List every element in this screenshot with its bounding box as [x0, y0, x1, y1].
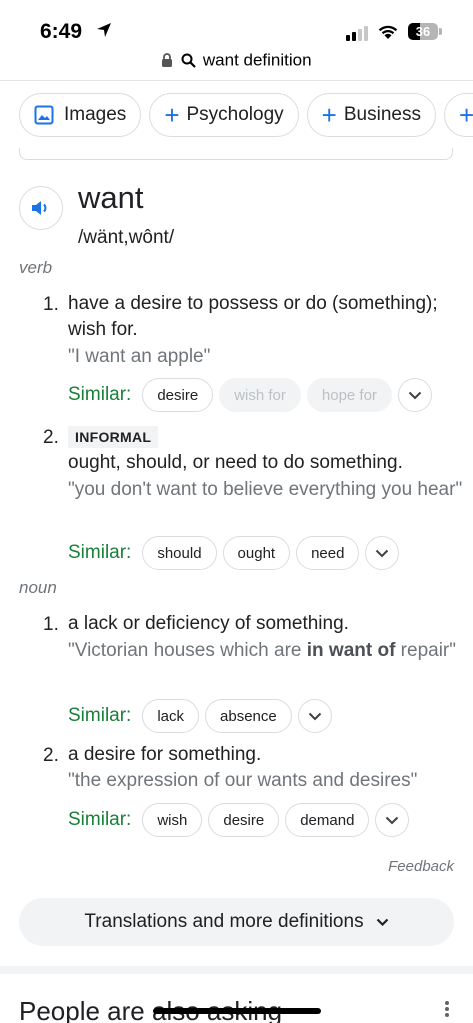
chip-images[interactable]: Images	[19, 93, 142, 137]
expand-similar-button[interactable]	[365, 536, 400, 570]
previous-card-edge	[19, 148, 453, 160]
similar-chip[interactable]: desire	[208, 803, 280, 837]
sense-number: 2.	[43, 745, 59, 766]
similar-chip[interactable]: demand	[285, 803, 370, 837]
signal-icon	[346, 26, 368, 41]
chevron-down-icon	[376, 918, 388, 926]
similar-label: Similar:	[68, 809, 132, 830]
status-bar: 6:49 36	[0, 0, 473, 46]
chip-label: Images	[64, 104, 127, 125]
plus-icon: +	[164, 100, 180, 130]
example-text: "Victorian houses which are	[68, 640, 307, 661]
similar-row: Similar: desire wish for hope for	[68, 378, 432, 412]
similar-chip[interactable]: absence	[205, 699, 292, 733]
battery-level: 36	[415, 24, 431, 39]
similar-label: Similar:	[68, 384, 132, 405]
wifi-icon	[378, 25, 398, 39]
plus-icon: +	[458, 100, 473, 130]
chip-label: Business	[343, 104, 421, 125]
image-icon	[34, 105, 54, 125]
example-text: repair"	[395, 640, 457, 661]
more-options-icon[interactable]	[444, 1000, 450, 1018]
similar-label: Similar:	[68, 542, 132, 563]
feedback-link[interactable]: Feedback	[388, 858, 454, 875]
similar-chip[interactable]: wish	[142, 803, 203, 837]
similar-chip[interactable]: desire	[142, 378, 214, 412]
sense-number: 1.	[43, 294, 59, 315]
status-time: 6:49	[40, 20, 83, 43]
similar-chip[interactable]: lack	[142, 699, 200, 733]
section-divider	[0, 966, 473, 974]
expand-similar-button[interactable]	[297, 699, 332, 733]
chevron-down-icon	[308, 712, 321, 720]
search-icon	[181, 53, 196, 68]
chevron-down-icon	[376, 549, 389, 557]
similar-chip[interactable]: need	[296, 536, 360, 570]
url-query: want definition	[202, 50, 312, 70]
speaker-icon	[32, 201, 47, 215]
expand-similar-button[interactable]	[397, 378, 432, 412]
sense-definition: ought, should, or need to do something.	[68, 452, 403, 473]
sense-number: 2.	[43, 427, 59, 448]
sense-example: "you don't want to believe everything yo…	[68, 479, 463, 500]
pronunciation-text: /wänt,wônt/	[78, 227, 175, 248]
plus-icon: +	[321, 100, 337, 130]
sense-definition: have a desire to possess or do (somethin…	[68, 293, 438, 340]
battery-nub	[439, 28, 442, 35]
similar-label: Similar:	[68, 705, 132, 726]
sense-definition: a lack or deficiency of something.	[68, 613, 349, 634]
part-of-speech-verb: verb	[19, 258, 53, 277]
similar-row: Similar: wish desire demand	[68, 803, 410, 837]
chevron-down-icon	[386, 816, 399, 824]
chip-business[interactable]: + Business	[306, 93, 436, 137]
sense-example: "I want an apple"	[68, 346, 211, 367]
translations-button[interactable]: Translations and more definitions	[19, 898, 454, 946]
sense-example: "the expression of our wants and desires…	[68, 770, 418, 791]
register-tag: INFORMAL	[68, 426, 159, 448]
lock-icon	[162, 53, 173, 68]
location-arrow-icon	[97, 23, 111, 37]
battery-icon: 36	[408, 23, 438, 40]
pronunciation-button[interactable]	[19, 186, 63, 230]
chip-more[interactable]: +	[443, 93, 473, 137]
sense-definition: a desire for something.	[68, 744, 262, 765]
similar-chip[interactable]: should	[142, 536, 217, 570]
similar-chip[interactable]: hope for	[306, 378, 392, 412]
home-indicator[interactable]	[153, 1008, 321, 1014]
sense-example: "Victorian houses which are in want of r…	[68, 638, 463, 664]
similar-row: Similar: should ought need	[68, 536, 400, 570]
header-divider	[0, 80, 473, 81]
chip-psychology[interactable]: + Psychology	[149, 93, 299, 137]
expand-similar-button[interactable]	[375, 803, 410, 837]
filter-chips: Images + Psychology + Business +	[19, 93, 473, 137]
chevron-down-icon	[408, 391, 422, 399]
part-of-speech-noun: noun	[19, 578, 57, 597]
sense-number: 1.	[43, 614, 59, 635]
example-highlight: in want of	[306, 640, 396, 661]
headword: want	[78, 180, 144, 215]
similar-chip[interactable]: wish for	[219, 378, 301, 412]
similar-chip[interactable]: ought	[222, 536, 291, 570]
translations-label: Translations and more definitions	[84, 911, 364, 932]
url-bar[interactable]: want definition	[0, 50, 473, 71]
similar-row: Similar: lack absence	[68, 699, 332, 733]
chip-label: Psychology	[186, 104, 284, 125]
